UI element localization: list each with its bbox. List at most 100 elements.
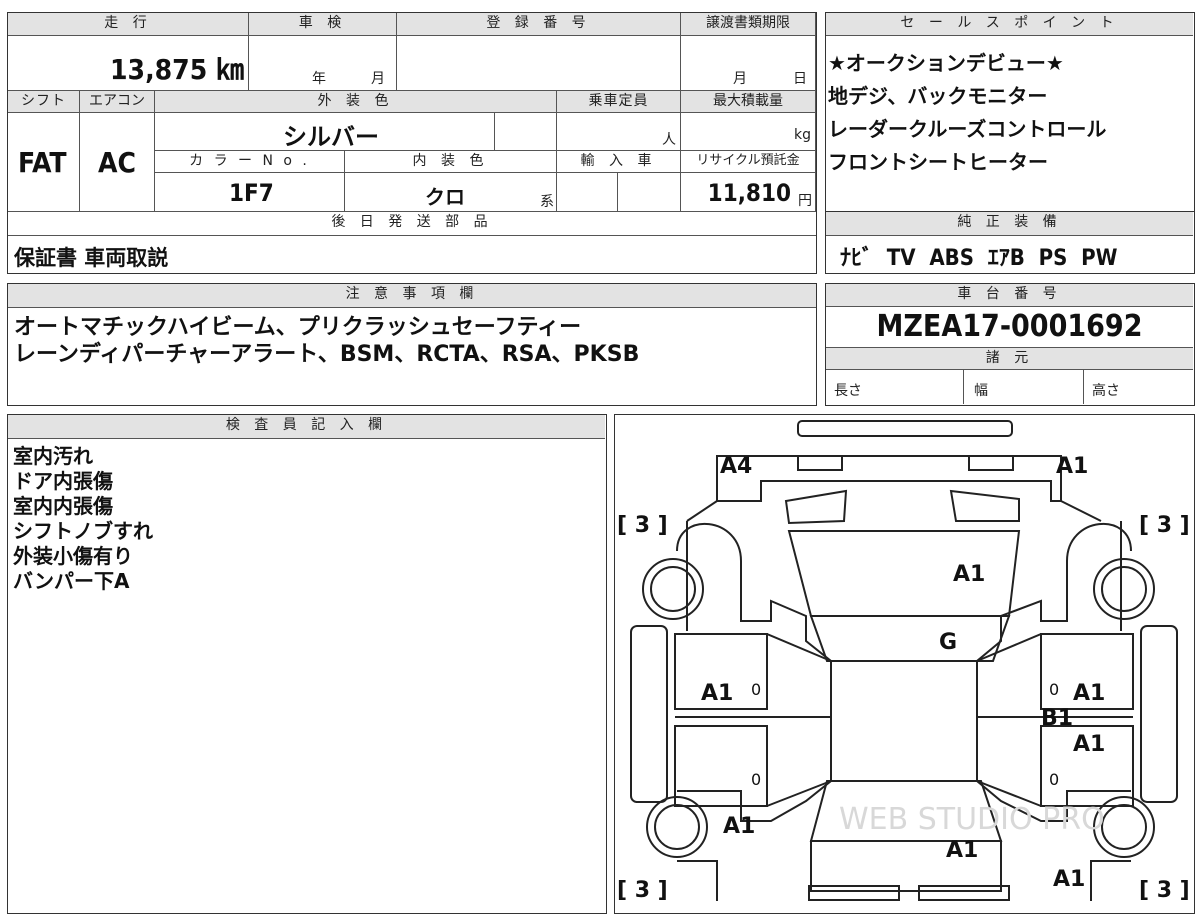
damage-mark-left-rear: A1 <box>723 814 755 839</box>
notes-box: 注 意 事 項 欄 オートマチックハイビーム、プリクラッシュセーフティー レーン… <box>7 283 817 406</box>
aircon-cell: AC <box>80 113 155 212</box>
header-equipment: 純 正 装 備 <box>826 212 1193 236</box>
sales-point-2: 地デジ、バックモニター <box>828 84 1048 108</box>
inspector-line-5: 外装小傷有り <box>13 544 133 568</box>
note-line-2: レーンディパーチャーアラート、BSM、RCTA、RSA、PKSB <box>14 342 640 367</box>
header-shift: シフト <box>8 91 80 113</box>
header-specs: 諸 元 <box>826 347 1193 370</box>
color-no-cell: 1F7 <box>155 173 345 212</box>
exterior-color-value: シルバー <box>283 123 379 151</box>
damage-mark-right-sill: B1 <box>1041 706 1073 731</box>
tire-label-front-left: [ 3 ] <box>617 513 668 538</box>
shift-cell: FAT <box>8 113 80 212</box>
transfer-day-unit: 日 <box>793 71 807 87</box>
import-cell-b <box>618 173 681 212</box>
header-exterior-color: 外 装 色 <box>155 91 557 113</box>
diagram-watermark: WEB STUDIO PRO <box>839 802 1105 837</box>
chassis-number: MZEA17-0001692 <box>876 309 1143 344</box>
exterior-color-cell: シルバー <box>155 113 495 151</box>
header-transfer-deadline: 譲渡書類期限 <box>681 13 816 36</box>
color-no-value: 1F7 <box>229 179 274 207</box>
header-notes: 注 意 事 項 欄 <box>8 284 816 308</box>
door-mark-left-front: 0 <box>751 680 761 699</box>
equipment-value: ﾅﾋﾞ TV ABS ｴｱB PS PW <box>840 246 1118 271</box>
recycle-cell: 11,810 円 <box>681 173 816 212</box>
later-parts-value: 保証書 車両取説 <box>14 246 169 270</box>
door-mark-left-rear: 0 <box>751 770 761 789</box>
header-registration: 登 録 番 号 <box>397 13 681 36</box>
damage-mark-trunk: A1 <box>946 838 978 863</box>
header-sales-points: セ ー ル ス ポ イ ン ト <box>826 13 1193 36</box>
header-mileage: 走 行 <box>8 13 249 36</box>
interior-color-cell: クロ 系 <box>345 173 557 212</box>
max-load-cell: kg <box>681 113 816 151</box>
recycle-unit: 円 <box>798 193 812 209</box>
exterior-color-extra-cell <box>495 113 557 151</box>
vehicle-info-table: 走 行 車 検 登 録 番 号 譲渡書類期限 13,875 ㎞ 年 月 月 日 … <box>7 12 817 274</box>
inspection-month-unit: 月 <box>371 71 385 87</box>
mileage-value: 13,875 ㎞ <box>110 53 244 86</box>
spec-length-cell: 長さ <box>826 370 964 404</box>
header-capacity: 乗車定員 <box>557 91 681 113</box>
spec-width-cell: 幅 <box>964 370 1084 404</box>
spec-height-label: 高さ <box>1092 383 1120 399</box>
aircon-value: AC <box>98 146 136 179</box>
damage-mark-front-right-bumper: A1 <box>1056 454 1088 479</box>
shift-value: FAT <box>18 146 67 179</box>
inspector-line-1: 室内汚れ <box>13 444 93 468</box>
max-load-unit: kg <box>794 127 811 143</box>
spec-height-cell: 高さ <box>1084 370 1193 404</box>
mileage-cell: 13,875 ㎞ <box>8 36 249 91</box>
damage-mark-right-rear: A1 <box>1053 867 1085 892</box>
inspection-year-unit: 年 <box>312 71 326 87</box>
tire-label-rear-right: [ 3 ] <box>1139 878 1190 901</box>
interior-color-value: クロ <box>425 185 465 209</box>
door-mark-right-front: 0 <box>1049 680 1059 699</box>
inspector-line-6: バンパー下A <box>13 569 130 593</box>
spec-length-label: 長さ <box>834 383 862 399</box>
sales-point-3: レーダークルーズコントロール <box>828 117 1107 141</box>
sales-point-4: フロントシートヒーター <box>828 150 1048 174</box>
header-interior-color: 内 装 色 <box>345 151 557 173</box>
inspection-cell: 年 月 <box>249 36 397 91</box>
header-aircon: エアコン <box>80 91 155 113</box>
notes-list: オートマチックハイビーム、プリクラッシュセーフティー レーンディパーチャーアラー… <box>14 314 639 368</box>
header-chassis: 車 台 番 号 <box>826 284 1193 307</box>
interior-color-suffix: 系 <box>540 194 554 210</box>
header-max-load: 最大積載量 <box>681 91 816 113</box>
capacity-cell: 人 <box>557 113 681 151</box>
inspector-line-4: シフトノブすれ <box>13 519 153 543</box>
chassis-box: 車 台 番 号 MZEA17-0001692 諸 元 長さ 幅 高さ <box>825 283 1195 406</box>
damage-mark-left-front-door: A1 <box>701 681 733 706</box>
transfer-month-unit: 月 <box>733 71 747 87</box>
inspector-line-2: ドア内張傷 <box>13 469 113 493</box>
header-import: 輸 入 車 <box>557 151 681 173</box>
inspector-line-3: 室内内張傷 <box>13 494 113 518</box>
car-damage-diagram: WEB STUDIO PRO [ 3 ] [ 3 ] [ 3 ] [ 3 ] A… <box>617 420 1190 901</box>
damage-mark-windshield: G <box>939 630 957 655</box>
sales-points-box: セ ー ル ス ポ イ ン ト ★オークションデビュー★ 地デジ、バックモニター… <box>825 12 1195 212</box>
recycle-fee-value: 11,810 <box>707 179 791 207</box>
header-color-no: カ ラ ー N o . <box>155 151 345 173</box>
tire-label-rear-left: [ 3 ] <box>617 878 668 901</box>
damage-mark-right-front-door: A1 <box>1073 681 1105 706</box>
door-mark-right-rear: 0 <box>1049 770 1059 789</box>
sales-point-1: ★オークションデビュー★ <box>828 51 1064 75</box>
header-recycle: リサイクル預託金 <box>681 151 816 173</box>
import-cell-a <box>557 173 618 212</box>
capacity-unit: 人 <box>662 132 676 148</box>
registration-cell <box>397 36 681 91</box>
transfer-deadline-cell: 月 日 <box>681 36 816 91</box>
inspector-box: 検 査 員 記 入 欄 室内汚れ ドア内張傷 室内内張傷 シフトノブすれ 外装小… <box>7 414 607 914</box>
damage-mark-front-left-bumper: A4 <box>720 454 752 479</box>
header-inspector: 検 査 員 記 入 欄 <box>8 415 605 439</box>
tire-label-front-right: [ 3 ] <box>1139 513 1190 538</box>
header-later-parts: 後 日 発 送 部 品 <box>8 212 816 236</box>
equipment-box: 純 正 装 備 ﾅﾋﾞ TV ABS ｴｱB PS PW <box>825 211 1195 274</box>
damage-mark-hood: A1 <box>953 562 985 587</box>
damage-mark-right-rear-door: A1 <box>1073 732 1105 757</box>
car-diagram-box: WEB STUDIO PRO [ 3 ] [ 3 ] [ 3 ] [ 3 ] A… <box>614 414 1195 914</box>
sales-points-list: ★オークションデビュー★ 地デジ、バックモニター レーダークルーズコントロール … <box>828 47 1106 179</box>
note-line-1: オートマチックハイビーム、プリクラッシュセーフティー <box>14 315 582 340</box>
spec-width-label: 幅 <box>974 383 988 399</box>
